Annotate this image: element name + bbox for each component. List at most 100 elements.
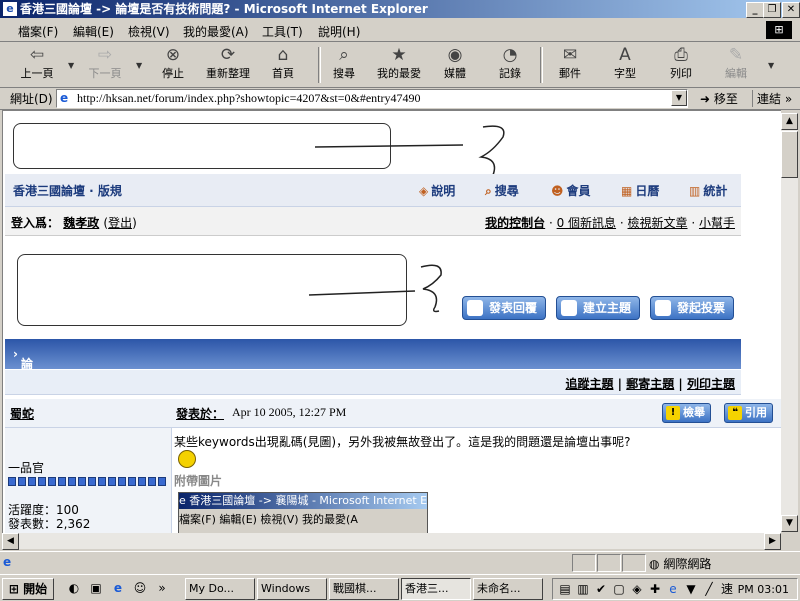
new-messages-link[interactable]: 0 個新訊息 <box>557 216 616 230</box>
tray-icon[interactable]: e <box>665 581 681 597</box>
attached-image-thumbnail[interactable]: e 香港三國論壇 -> 襄陽城 - Microsoft Internet E 檔… <box>178 492 428 533</box>
menu-favorites[interactable]: 我的最愛(A) <box>183 23 249 40</box>
post-header: 蜀蛇 發表於： Apr 10 2005, 12:27 PM ! 檢舉 ❝ 引用 <box>5 399 781 428</box>
desktop-icon[interactable]: ▣ <box>88 580 104 596</box>
messenger-icon[interactable]: ☺ <box>132 580 148 596</box>
helper-link[interactable]: 小幫手 <box>699 216 735 230</box>
scroll-left-icon[interactable]: ◀ <box>2 533 19 550</box>
restore-button[interactable]: ❐ <box>763 2 781 18</box>
taskbar-item[interactable]: My Do... <box>185 578 255 600</box>
redaction-scribble <box>308 264 442 313</box>
tray-icon[interactable]: ✚ <box>647 581 663 597</box>
tray-icon[interactable]: ▢ <box>611 581 627 597</box>
minimize-button[interactable]: _ <box>746 2 764 18</box>
menu-edit[interactable]: 編輯(E) <box>73 23 114 40</box>
vertical-scrollbar[interactable]: ▲ ▼ <box>781 113 798 532</box>
menu-help[interactable]: 說明(H) <box>318 23 360 40</box>
print-button[interactable]: ⎙ 列印 <box>656 45 706 81</box>
post-body: 某些keywords出現亂碼(見圖)，另外我被無故登出了。這是我的問題還是論壇出… <box>174 433 644 468</box>
font-button[interactable]: A 字型 <box>600 45 650 81</box>
start-button[interactable]: ⊞ 開始 <box>2 578 54 600</box>
tray-icon[interactable]: ▤ <box>557 581 573 597</box>
forward-dropdown-icon[interactable]: ▼ <box>136 61 142 70</box>
edit-button[interactable]: ✎ 編輯 <box>711 45 761 81</box>
ie-logo-icon[interactable]: e <box>110 580 126 596</box>
stop-button[interactable]: ⊗ 停止 <box>148 45 198 81</box>
new-topic-button[interactable]: ✎ 建立主題 <box>556 296 641 320</box>
reply-button[interactable]: ✚ 發表回覆 <box>462 296 547 320</box>
topic-title: › 論壇是否有技術問題? <box>13 347 40 507</box>
rank-pip <box>98 477 106 486</box>
post-author-link[interactable]: 蜀蛇 <box>10 405 34 422</box>
nav-help[interactable]: ◈ 說明 <box>419 182 455 199</box>
track-topic-link[interactable]: 追蹤主題 <box>565 377 613 391</box>
topic-title-bar: › 論壇是否有技術問題? <box>5 339 741 507</box>
search-button[interactable]: ⌕ 搜尋 <box>319 45 369 81</box>
scroll-down-icon[interactable]: ▼ <box>781 515 798 532</box>
username-link[interactable]: 魏孝政 <box>63 216 99 230</box>
refresh-button[interactable]: ⟳ 重新整理 <box>203 45 253 81</box>
home-button[interactable]: ⌂ 首頁 <box>258 45 308 81</box>
address-url: http://hksan.net/forum/index.php?showtop… <box>77 91 421 105</box>
new-poll-button[interactable]: ▮ 發起投票 <box>650 296 735 320</box>
page-content: 香港三國論壇 · 版規 ◈ 說明 ⌕ 搜尋 ☻ 會員 ▦ 日曆 ▥ 統計 登入爲： 魏孝政… <box>2 110 781 533</box>
tray-icon[interactable]: ╱ <box>701 581 717 597</box>
new-topic-icon: ✎ <box>561 300 577 316</box>
view-new-posts-link[interactable]: 檢視新文章 <box>628 216 688 230</box>
rank-pip <box>78 477 86 486</box>
close-button[interactable]: ✕ <box>782 2 800 18</box>
tray-icon[interactable]: ▥ <box>575 581 591 597</box>
taskbar-item[interactable]: 未命名... <box>473 578 543 600</box>
control-panel-link[interactable]: 我的控制台 <box>485 216 545 230</box>
taskbar-item-active[interactable]: 香港三... <box>401 578 471 600</box>
scroll-up-icon[interactable]: ▲ <box>781 113 798 130</box>
horizontal-scrollbar[interactable]: ◀ ▶ <box>2 533 781 550</box>
address-bar: 網址(D) e http://hksan.net/forum/index.php… <box>0 88 800 110</box>
toolbar-overflow-icon[interactable]: ▼ <box>768 61 774 70</box>
go-button[interactable]: ➜ 移至 <box>700 90 738 107</box>
email-topic-link[interactable]: 郵寄主題 <box>626 377 674 391</box>
print-topic-link[interactable]: 列印主題 <box>687 377 735 391</box>
menu-view[interactable]: 檢視(V) <box>128 23 170 40</box>
quote-button[interactable]: ❝ 引用 <box>724 403 773 423</box>
rank-pip <box>68 477 76 486</box>
menu-tools[interactable]: 工具(T) <box>262 23 303 40</box>
window-titlebar[interactable]: e 香港三國論壇 -> 論壇是否有技術問題? - Microsoft Inter… <box>0 0 800 18</box>
history-button[interactable]: ◔ 記錄 <box>485 45 535 81</box>
back-dropdown-icon[interactable]: ▼ <box>68 61 74 70</box>
tray-icon[interactable]: 速 <box>719 581 735 597</box>
favorites-button[interactable]: ★ 我的最愛 <box>374 45 424 81</box>
windows-logo-icon: ⊞ <box>8 582 19 596</box>
nav-calendar[interactable]: ▦ 日曆 <box>621 182 659 199</box>
taskbar-overflow-icon[interactable]: » <box>154 580 170 596</box>
mail-button[interactable]: ✉ 郵件 <box>545 45 595 81</box>
rank-pip <box>28 477 36 486</box>
forward-button[interactable]: ⇨ 下一頁 <box>80 45 130 81</box>
taskbar-item[interactable]: Windows <box>257 578 327 600</box>
media-button[interactable]: ◉ 媒體 <box>430 45 480 81</box>
taskbar-item[interactable]: 戰國棋... <box>329 578 399 600</box>
tray-icon[interactable]: ▼ <box>683 581 699 597</box>
nav-members[interactable]: ☻ 會員 <box>551 182 591 199</box>
status-bar: e ◍ 網際網路 <box>0 551 800 574</box>
nav-search[interactable]: ⌕ 搜尋 <box>485 182 519 199</box>
logout-link[interactable]: 登出 <box>108 216 132 230</box>
posted-on-label[interactable]: 發表於： <box>176 405 224 422</box>
quick-launch-icon[interactable]: ◐ <box>66 580 82 596</box>
search-icon: ⌕ <box>485 184 492 198</box>
scroll-thumb[interactable] <box>781 131 798 178</box>
back-arrow-icon: ⇦ <box>29 45 45 65</box>
menu-file[interactable]: 檔案(F) <box>18 23 58 40</box>
rank-pip <box>108 477 116 486</box>
address-dropdown-icon[interactable]: ▼ <box>671 90 687 106</box>
tray-icon[interactable]: ◈ <box>629 581 645 597</box>
address-input[interactable]: e http://hksan.net/forum/index.php?showt… <box>56 89 688 108</box>
forum-brand[interactable]: 香港三國論壇 · 版規 <box>13 182 122 199</box>
nav-stats[interactable]: ▥ 統計 <box>689 182 727 199</box>
tray-icon[interactable]: ✔ <box>593 581 609 597</box>
mail-icon: ✉ <box>562 45 578 65</box>
scroll-right-icon[interactable]: ▶ <box>764 533 781 550</box>
report-button[interactable]: ! 檢舉 <box>662 403 711 423</box>
back-button[interactable]: ⇦ 上一頁 <box>12 45 62 81</box>
links-button[interactable]: 連結 » <box>752 90 792 107</box>
